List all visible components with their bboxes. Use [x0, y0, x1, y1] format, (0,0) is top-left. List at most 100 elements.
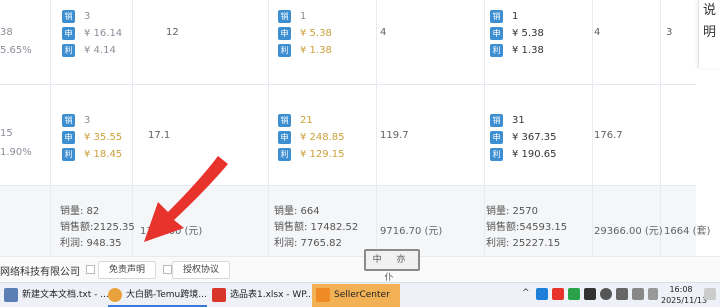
profit-tag: 利 — [490, 44, 503, 57]
apply-price: ¥ 5.38 — [300, 28, 332, 39]
profit-value: ¥ 4.14 — [84, 45, 116, 56]
notification-icon[interactable] — [704, 288, 716, 300]
taskbar-item-browser[interactable]: 大白鹅-Temu跨境... — [108, 284, 207, 307]
profit-value: ¥ 18.45 — [84, 149, 123, 160]
sales-count: 21 — [300, 115, 313, 126]
footer-bar: 网络科技有限公司 免责声明 授权协议 — [0, 256, 720, 282]
volume-icon[interactable] — [616, 288, 628, 300]
sales-count: 1 — [300, 11, 307, 22]
column-divider — [376, 0, 377, 256]
apply-tag: 申 — [278, 27, 291, 40]
profit-tag: 利 — [62, 44, 75, 57]
license-checkbox[interactable] — [163, 265, 172, 274]
metric-group: 销1 申 ¥ 5.38 利 ¥ 1.38 — [278, 8, 332, 59]
ime-icon[interactable] — [632, 288, 644, 300]
metric-group: 销3 申 ¥ 16.14 利 ¥ 4.14 — [62, 8, 122, 59]
disclaimer-checkbox[interactable] — [86, 265, 95, 274]
metric-group: 销3 申 ¥ 35.55 利 ¥ 18.45 — [62, 112, 122, 163]
taskbar: 新建文本文档.txt - ... 大白鹅-Temu跨境... 选品表1.xlsx… — [0, 282, 720, 307]
disclaimer-button[interactable]: 免责声明 — [98, 261, 157, 279]
help-sidebar[interactable]: 说 明 — [698, 0, 720, 68]
cell-value: 12 — [166, 27, 179, 38]
sales-tag: 销 — [278, 114, 291, 127]
apply-tag: 申 — [62, 131, 75, 144]
stamp-seal: 中 亦 仆 — [364, 249, 420, 283]
network-icon[interactable] — [600, 288, 612, 300]
profit-tag: 利 — [62, 148, 75, 161]
sales-count: 31 — [512, 115, 525, 126]
metric-group: 销 31 申 ¥ 367.35 利 ¥ 190.65 — [490, 112, 557, 163]
cell-value: 4 — [380, 27, 387, 38]
apply-tag: 申 — [62, 27, 75, 40]
red-arrow-annotation — [144, 156, 228, 242]
system-clock[interactable]: 16:08 2025/11/13 — [661, 284, 708, 306]
profit-value: ¥ 1.38 — [512, 45, 544, 56]
summary-revenue: 销售额:54593.15 — [486, 222, 568, 233]
sales-tag: 销 — [278, 10, 291, 23]
cell-partial: 5.65% — [0, 45, 32, 56]
column-divider — [50, 0, 51, 256]
company-name: 网络科技有限公司 — [0, 267, 80, 278]
sales-tag: 销 — [490, 10, 503, 23]
cell-value: 3 — [666, 27, 673, 38]
column-divider — [660, 0, 661, 256]
summary-value: 9716.70 (元) — [380, 226, 443, 237]
data-table: 38 5.65% 销3 申 ¥ 16.14 利 ¥ 4.14 12 销1 申 ¥ 5.… — [0, 0, 710, 256]
tray-app-icon[interactable] — [568, 288, 580, 300]
tray-app-icon[interactable] — [552, 288, 564, 300]
summary-sales: 销量: 664 — [274, 206, 320, 217]
taskbar-item-sellercenter[interactable]: SellerCenter — [312, 284, 400, 307]
apply-price: ¥ 367.35 — [512, 132, 557, 143]
tray-app-icon[interactable] — [584, 288, 596, 300]
cell-value: 17.1 — [148, 130, 171, 141]
notepad-icon — [4, 287, 18, 302]
summary-value: 1664 (套) — [664, 226, 711, 237]
summary-revenue: 销售额: 17482.52 — [274, 222, 359, 233]
cell-value: 4 — [594, 27, 601, 38]
chrome-icon — [108, 287, 122, 302]
apply-price: ¥ 5.38 — [512, 28, 544, 39]
taskbar-item-notepad[interactable]: 新建文本文档.txt - ... — [4, 284, 109, 307]
taskbar-item-spreadsheet[interactable]: 选品表1.xlsx - WP... — [212, 284, 314, 307]
summary-group: 销量: 2570 销售额:54593.15 利润: 25227.15 — [486, 204, 567, 252]
metric-group: 销1 申 ¥ 5.38 利 ¥ 1.38 — [490, 8, 544, 59]
summary-group: 销量: 664 销售额: 17482.52 利润: 7765.82 — [274, 204, 358, 252]
cell-partial: 1.90% — [0, 147, 32, 158]
clock-time: 16:08 — [669, 285, 693, 294]
column-divider — [268, 0, 269, 256]
tray-chevron-icon[interactable]: ^ — [522, 288, 530, 302]
clock-date: 2025/11/13 — [661, 296, 708, 305]
summary-value: 29366.00 (元) — [594, 226, 663, 237]
sales-tag: 销 — [490, 114, 503, 127]
cell-value: 176.7 — [594, 130, 623, 141]
apply-tag: 申 — [490, 27, 503, 40]
taskbar-item-label: 新建文本文档.txt - ... — [22, 290, 109, 300]
profit-tag: 利 — [278, 148, 291, 161]
apply-price: ¥ 35.55 — [84, 132, 123, 143]
column-divider — [484, 0, 485, 256]
cell-partial: 15 — [0, 128, 13, 139]
license-button[interactable]: 授权协议 — [172, 261, 231, 279]
apply-price: ¥ 16.14 — [84, 28, 123, 39]
profit-value: ¥ 129.15 — [300, 149, 345, 160]
metric-group: 销 21 申 ¥ 248.85 利 ¥ 129.15 — [278, 112, 345, 163]
taskbar-item-label: 大白鹅-Temu跨境... — [126, 290, 207, 300]
apply-tag: 申 — [278, 131, 291, 144]
apply-price: ¥ 248.85 — [300, 132, 345, 143]
profit-value: ¥ 1.38 — [300, 45, 332, 56]
profit-tag: 利 — [278, 44, 291, 57]
battery-icon[interactable] — [648, 288, 658, 300]
sidebar-char: 说 — [702, 3, 716, 18]
sales-count: 3 — [84, 11, 91, 22]
sellercenter-icon — [316, 287, 330, 302]
summary-sales: 销量: 2570 — [486, 206, 538, 217]
profit-tag: 利 — [490, 148, 503, 161]
column-divider — [592, 0, 593, 256]
sales-count: 3 — [84, 115, 91, 126]
profit-value: ¥ 190.65 — [512, 149, 557, 160]
app-window: 38 5.65% 销3 申 ¥ 16.14 利 ¥ 4.14 12 销1 申 ¥ 5.… — [0, 0, 720, 307]
summary-profit: 利润: 7765.82 — [274, 238, 342, 249]
tray-app-icon[interactable] — [536, 288, 548, 300]
sales-tag: 销 — [62, 114, 75, 127]
wps-icon — [212, 287, 226, 302]
